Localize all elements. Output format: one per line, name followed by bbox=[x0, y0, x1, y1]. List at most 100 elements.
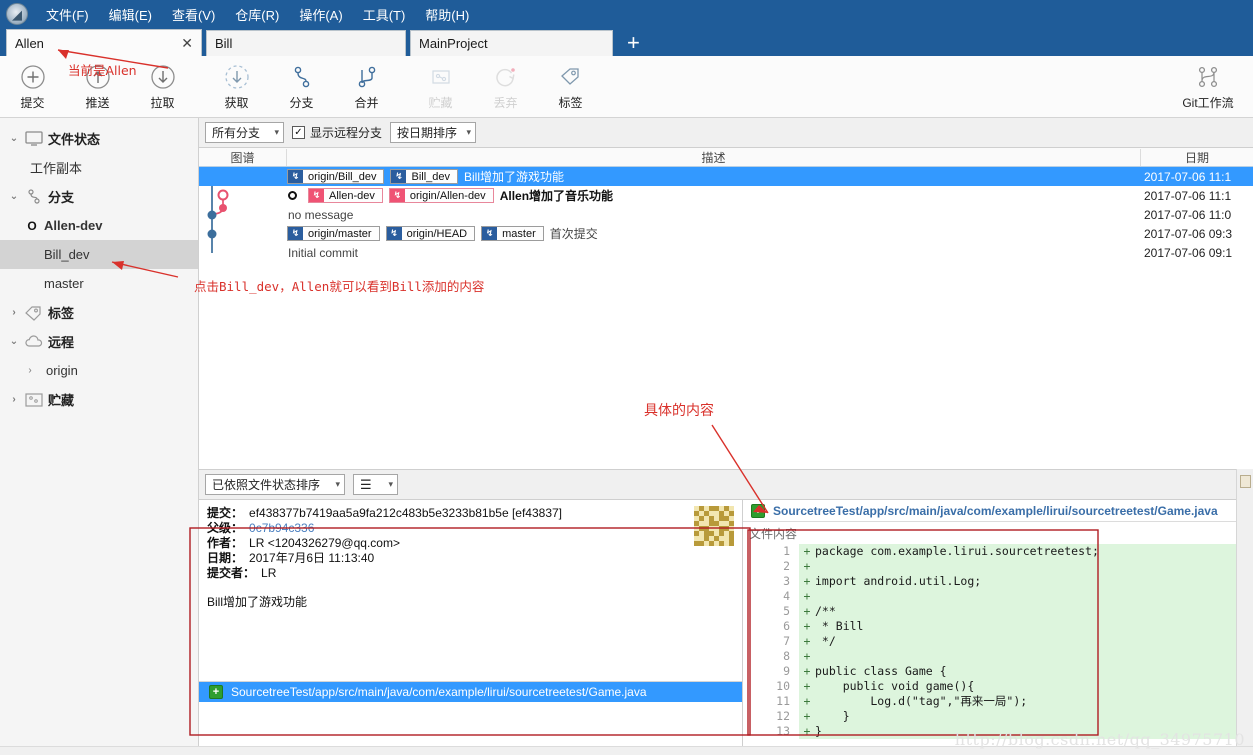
commit-row-0[interactable]: ↯ origin/Bill_dev ↯ Bill_dev Bill增加了游戏功能… bbox=[199, 167, 1253, 186]
chevron-down-icon[interactable]: ⌄ bbox=[6, 133, 22, 144]
push-button[interactable]: 推送 bbox=[65, 58, 130, 116]
menu-file[interactable]: 文件(F) bbox=[36, 1, 99, 28]
tab-close-icon[interactable]: ✕ bbox=[181, 36, 193, 50]
discard-button-label: 丢弃 bbox=[493, 95, 518, 110]
diff-line-list[interactable]: 1 + package com.example.lirui.sourcetreete… bbox=[743, 544, 1253, 755]
menu-help[interactable]: 帮助(H) bbox=[415, 1, 479, 28]
diff-line-sign: + bbox=[803, 559, 811, 573]
ref-badge-origin-bill-dev[interactable]: ↯ origin/Bill_dev bbox=[287, 169, 385, 184]
commit-row-2[interactable]: no message 2017-07-06 11:0 bbox=[199, 205, 1253, 224]
diff-line: 11 + Log.d("tag","再来一局"); bbox=[743, 694, 1253, 709]
ref-badge-origin-master[interactable]: ↯ origin/master bbox=[287, 226, 380, 241]
commit-button[interactable]: 提交 bbox=[0, 58, 65, 116]
diff-line-sign: + bbox=[803, 574, 811, 588]
sidebar-section-remotes-label: 远程 bbox=[48, 335, 75, 350]
commit-graph-cell bbox=[199, 186, 287, 205]
chevron-right-icon[interactable]: › bbox=[6, 394, 22, 405]
sidebar-remote-origin[interactable]: › origin bbox=[0, 356, 198, 385]
cloud-icon bbox=[22, 334, 46, 349]
commit-hash-line: 提交： ef438377b7419aa5a9fa212c483b5e3233b8… bbox=[207, 506, 734, 521]
tab-mainproject[interactable]: MainProject bbox=[410, 30, 613, 56]
commit-description-cell: ↯ origin/master ↯ origin/HEAD ↯ master 首… bbox=[287, 225, 1140, 242]
fetch-button[interactable]: 获取 bbox=[204, 58, 269, 116]
sort-order-dropdown[interactable]: 按日期排序 ▾ bbox=[390, 122, 477, 143]
commit-date-key: 日期： bbox=[207, 551, 244, 565]
sidebar-section-branches[interactable]: ⌄ 分支 bbox=[0, 182, 198, 211]
commit-date: 2017-07-06 11:1 bbox=[1144, 169, 1232, 184]
sidebar-branch-bill-dev[interactable]: Bill_dev bbox=[0, 240, 198, 269]
sidebar-section-remotes[interactable]: ⌄ 远程 bbox=[0, 327, 198, 356]
branch-button[interactable]: 分支 bbox=[269, 58, 334, 116]
merge-button[interactable]: 合并 bbox=[334, 58, 399, 116]
diff-line-code: */ bbox=[815, 634, 836, 648]
sidebar-item-working-copy[interactable]: 工作副本 bbox=[0, 153, 198, 182]
diff-line-sign: + bbox=[803, 709, 811, 723]
pull-down-arrow-icon bbox=[150, 63, 176, 91]
tag-button-label: 标签 bbox=[558, 95, 583, 110]
identicon-avatar bbox=[694, 506, 734, 546]
commit-parent-link[interactable]: 0c7b94c336 bbox=[243, 521, 314, 536]
commit-row-3[interactable]: ↯ origin/master ↯ origin/HEAD ↯ master 首… bbox=[199, 224, 1253, 243]
sidebar-section-stashes[interactable]: › 贮藏 bbox=[0, 385, 198, 414]
branch-icon bbox=[289, 63, 315, 91]
log-column-date[interactable]: 日期 bbox=[1140, 148, 1253, 166]
chevron-down-icon: ▾ bbox=[388, 479, 393, 489]
commit-row-1[interactable]: ↯ Allen-dev ↯ origin/Allen-dev Allen增加了音… bbox=[199, 186, 1253, 205]
diff-line-number: 10 bbox=[743, 679, 799, 694]
tab-allen[interactable]: Allen ✕ bbox=[6, 29, 202, 56]
ref-badge-origin-head[interactable]: ↯ origin/HEAD bbox=[385, 226, 476, 241]
diff-line: 7 + */ bbox=[743, 634, 1253, 649]
branch-filter-dropdown[interactable]: 所有分支 ▾ bbox=[205, 122, 284, 143]
sidebar-section-file-status[interactable]: ⌄ 文件状态 bbox=[0, 124, 198, 153]
show-remote-branches-checkbox[interactable]: ✓ 显示远程分支 bbox=[292, 124, 382, 141]
commit-author-value: LR <1204326279@qq.com> bbox=[249, 536, 400, 550]
chevron-down-icon[interactable]: ⌄ bbox=[6, 191, 22, 202]
gitflow-button[interactable]: Git工作流 bbox=[1177, 58, 1239, 116]
view-mode-dropdown[interactable]: ☰ ▾ bbox=[353, 474, 398, 495]
commit-message: Bill增加了游戏功能 bbox=[464, 170, 565, 184]
ref-badge-origin-allen-dev[interactable]: ↯ origin/Allen-dev bbox=[388, 188, 494, 203]
discard-button[interactable]: 丢弃 bbox=[473, 58, 538, 116]
right-edge-panel[interactable] bbox=[1236, 469, 1253, 755]
diff-file-header[interactable]: + SourcetreeTest/app/src/main/java/com/e… bbox=[743, 500, 1253, 522]
commit-graph-cell bbox=[199, 205, 287, 224]
changed-file-row[interactable]: + SourcetreeTest/app/src/main/java/com/e… bbox=[199, 682, 742, 702]
tag-button[interactable]: 标签 bbox=[538, 58, 603, 116]
commit-message: Allen增加了音乐功能 bbox=[499, 189, 614, 203]
menu-view[interactable]: 查看(V) bbox=[162, 1, 225, 28]
chevron-right-icon[interactable]: › bbox=[6, 307, 22, 318]
branch-badge-icon: ↯ bbox=[482, 227, 498, 240]
file-sort-dropdown[interactable]: 已依照文件状态排序 ▾ bbox=[205, 474, 345, 495]
sidebar-section-tags[interactable]: › 标签 bbox=[0, 298, 198, 327]
branch-icon bbox=[22, 188, 46, 206]
menu-repository[interactable]: 仓库(R) bbox=[225, 1, 289, 28]
log-column-graph[interactable]: 图谱 bbox=[199, 148, 287, 166]
menu-edit[interactable]: 编辑(E) bbox=[99, 1, 162, 28]
chevron-down-icon[interactable]: ⌄ bbox=[6, 336, 22, 347]
commit-hash-key: 提交： bbox=[207, 506, 244, 520]
commit-date: 2017-07-06 11:0 bbox=[1144, 207, 1232, 222]
menu-actions[interactable]: 操作(A) bbox=[289, 1, 352, 28]
add-tab-button[interactable]: + bbox=[617, 32, 650, 56]
diff-line: 2 + bbox=[743, 559, 1253, 574]
branch-badge-icon: ↯ bbox=[386, 227, 402, 240]
ref-badge-bill-dev[interactable]: ↯ Bill_dev bbox=[390, 169, 459, 184]
sidebar-branch-master[interactable]: master bbox=[0, 269, 198, 298]
commit-committer-line: 提交者： LR bbox=[207, 566, 734, 581]
menu-tools[interactable]: 工具(T) bbox=[353, 1, 416, 28]
chevron-right-icon[interactable]: › bbox=[22, 365, 38, 376]
open-commit-node-icon bbox=[288, 191, 297, 200]
ref-badge-master[interactable]: ↯ master bbox=[481, 226, 544, 241]
toolbar-overflow-clip[interactable]: 备 bbox=[1239, 58, 1253, 116]
stash-button[interactable]: 贮藏 bbox=[408, 58, 473, 116]
ref-badge-label: master bbox=[502, 227, 536, 240]
pull-button[interactable]: 拉取 bbox=[130, 58, 195, 116]
tab-mainproject-label: MainProject bbox=[419, 36, 488, 51]
sidebar-section-stashes-label: 贮藏 bbox=[48, 393, 75, 408]
tab-bill[interactable]: Bill bbox=[206, 30, 406, 56]
settings-button[interactable]: 备 bbox=[1239, 58, 1253, 116]
commit-row-4[interactable]: Initial commit 2017-07-06 09:1 bbox=[199, 243, 1253, 262]
sidebar-branch-allen-dev[interactable]: O Allen-dev bbox=[0, 211, 198, 240]
log-column-description[interactable]: 描述 bbox=[287, 149, 1140, 166]
ref-badge-allen-dev[interactable]: ↯ Allen-dev bbox=[308, 188, 383, 203]
